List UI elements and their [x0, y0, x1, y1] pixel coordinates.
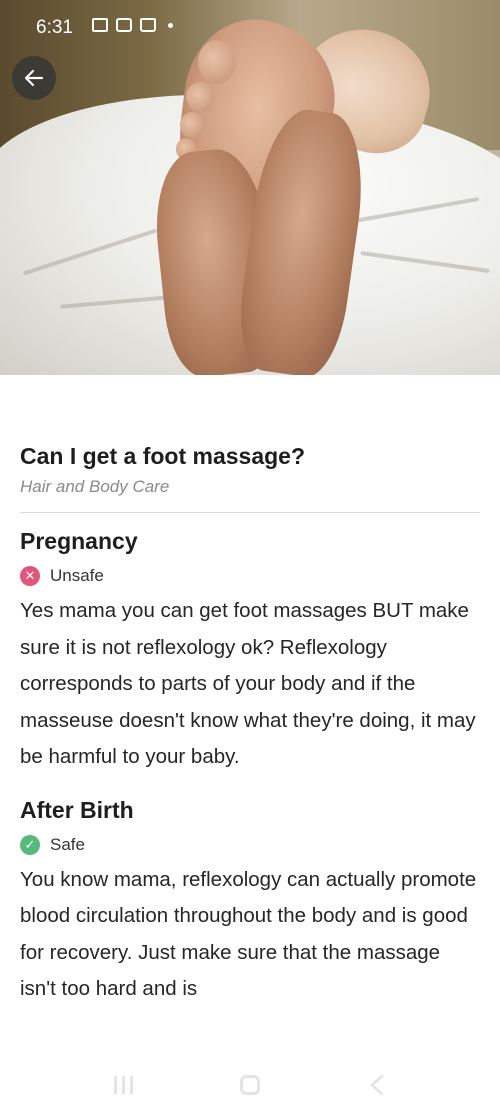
status-label: Unsafe: [50, 566, 104, 585]
section-pregnancy: Pregnancy ✕ Unsafe Yes mama you can get …: [20, 525, 480, 776]
status-time: 6:31: [36, 17, 73, 38]
section-heading: Pregnancy: [20, 528, 138, 554]
back-icon[interactable]: [368, 1074, 386, 1096]
status-label: Safe: [50, 834, 85, 854]
section-text: You know mama, reflexology can actually …: [20, 867, 477, 1001]
navigation-bar: [0, 1058, 500, 1111]
dot-icon: [168, 22, 173, 28]
message-icon: [116, 18, 132, 32]
gallery-icon: [92, 18, 108, 32]
status-bar: 6:31: [0, 0, 500, 56]
page-title: Can I get a foot massage?: [20, 443, 306, 469]
status-badge: ✕ Unsafe: [20, 565, 480, 587]
divider: [20, 512, 480, 513]
hero-image: [0, 0, 500, 375]
check-icon: ✓: [20, 834, 40, 855]
category-label: Hair and Body Care: [20, 477, 170, 496]
section-text: Yes mama you can get foot massages BUT m…: [20, 599, 476, 768]
arrow-left-icon: [24, 69, 44, 87]
section-after-birth: After Birth ✓ Safe You know mama, reflex…: [20, 794, 480, 1008]
unsafe-icon: ✕: [20, 566, 40, 586]
shopping-bag-icon: [140, 18, 156, 32]
back-button[interactable]: [12, 56, 56, 100]
status-badge: ✓ Safe: [20, 834, 480, 856]
recents-icon[interactable]: [113, 1075, 133, 1094]
home-icon[interactable]: [240, 1074, 261, 1095]
section-heading: After Birth: [20, 796, 134, 823]
article-content: Can I get a foot massage? Hair and Body …: [20, 440, 480, 1008]
